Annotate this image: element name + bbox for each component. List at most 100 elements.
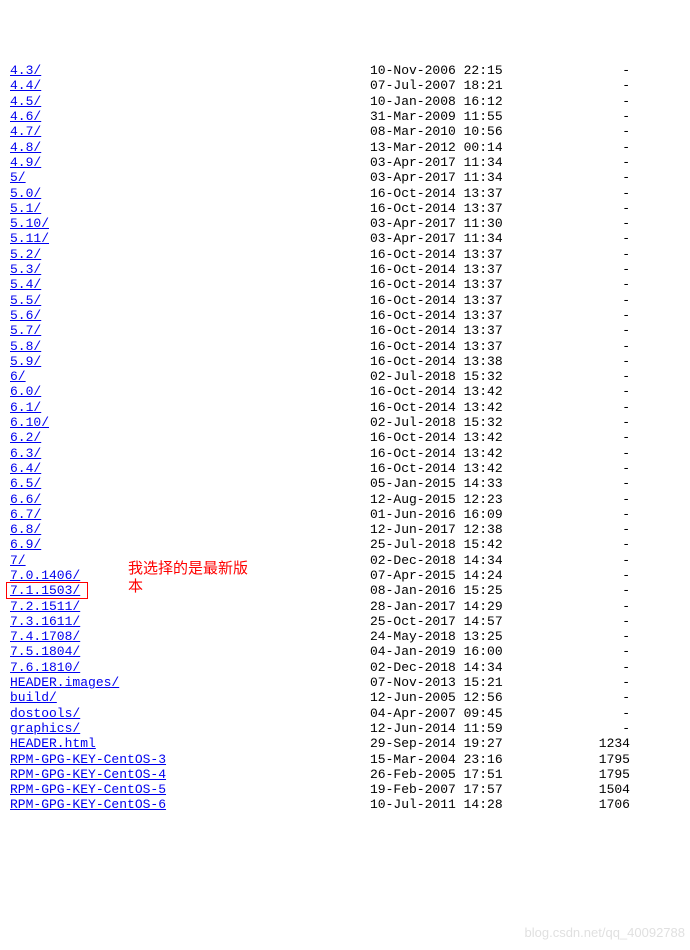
directory-link[interactable]: 4.8/ — [10, 140, 41, 155]
directory-link[interactable]: 7.2.1511/ — [10, 599, 80, 614]
directory-link[interactable]: 4.7/ — [10, 124, 41, 139]
list-item: 7.2.1511/28-Jan-2017 14:29- — [10, 599, 680, 614]
size-cell: - — [500, 308, 630, 323]
directory-link[interactable]: 6.0/ — [10, 384, 41, 399]
directory-link[interactable]: 6.2/ — [10, 430, 41, 445]
list-item: 5.7/16-Oct-2014 13:37- — [10, 323, 680, 338]
directory-link[interactable]: 6.4/ — [10, 461, 41, 476]
directory-link[interactable]: 5.7/ — [10, 323, 41, 338]
directory-link[interactable]: 5.4/ — [10, 277, 41, 292]
directory-link[interactable]: dostools/ — [10, 706, 80, 721]
date-cell: 02-Dec-2018 14:34 — [370, 553, 500, 568]
directory-link[interactable]: 5.3/ — [10, 262, 41, 277]
size-cell: 1504 — [500, 782, 630, 797]
list-item: 7/02-Dec-2018 14:34- — [10, 553, 680, 568]
size-cell: - — [500, 323, 630, 338]
name-cell: 6.2/ — [10, 430, 370, 445]
list-item: 6.8/12-Jun-2017 12:38- — [10, 522, 680, 537]
directory-link[interactable]: 6.3/ — [10, 446, 41, 461]
date-cell: 16-Oct-2014 13:42 — [370, 384, 500, 399]
list-item: 7.3.1611/25-Oct-2017 14:57- — [10, 614, 680, 629]
directory-link[interactable]: 7.5.1804/ — [10, 644, 80, 659]
size-cell: - — [500, 690, 630, 705]
list-item: 6.5/05-Jan-2015 14:33- — [10, 476, 680, 491]
list-item: 6.0/16-Oct-2014 13:42- — [10, 384, 680, 399]
directory-link[interactable]: RPM-GPG-KEY-CentOS-6 — [10, 797, 166, 812]
date-cell: 16-Oct-2014 13:37 — [370, 323, 500, 338]
date-cell: 25-Oct-2017 14:57 — [370, 614, 500, 629]
directory-link[interactable]: 5.11/ — [10, 231, 49, 246]
directory-link[interactable]: 7.0.1406/ — [10, 568, 80, 583]
directory-link[interactable]: 4.6/ — [10, 109, 41, 124]
directory-link[interactable]: 5.2/ — [10, 247, 41, 262]
directory-link[interactable]: 5.0/ — [10, 186, 41, 201]
directory-link[interactable]: 4.3/ — [10, 63, 41, 78]
name-cell: build/ — [10, 690, 370, 705]
date-cell: 02-Dec-2018 14:34 — [370, 660, 500, 675]
list-item: 5.11/03-Apr-2017 11:34- — [10, 231, 680, 246]
directory-link[interactable]: HEADER.html — [10, 736, 96, 751]
list-item: 7.4.1708/24-May-2018 13:25- — [10, 629, 680, 644]
directory-link[interactable]: RPM-GPG-KEY-CentOS-3 — [10, 752, 166, 767]
date-cell: 16-Oct-2014 13:42 — [370, 400, 500, 415]
size-cell: 1795 — [500, 752, 630, 767]
directory-link[interactable]: 7.4.1708/ — [10, 629, 80, 644]
directory-link[interactable]: 5.6/ — [10, 308, 41, 323]
directory-link[interactable]: 6.10/ — [10, 415, 49, 430]
list-item: RPM-GPG-KEY-CentOS-426-Feb-2005 17:51179… — [10, 767, 680, 782]
size-cell: - — [500, 721, 630, 736]
directory-link[interactable]: 6.7/ — [10, 507, 41, 522]
list-item: 4.8/13-Mar-2012 00:14- — [10, 140, 680, 155]
directory-link[interactable]: 7.6.1810/ — [10, 660, 80, 675]
directory-link[interactable]: 5.8/ — [10, 339, 41, 354]
size-cell: - — [500, 507, 630, 522]
directory-link[interactable]: 6/ — [10, 369, 26, 384]
directory-link[interactable]: 4.5/ — [10, 94, 41, 109]
list-item: 5.10/03-Apr-2017 11:30- — [10, 216, 680, 231]
size-cell: 1706 — [500, 797, 630, 812]
directory-link[interactable]: 5/ — [10, 170, 26, 185]
date-cell: 04-Jan-2019 16:00 — [370, 644, 500, 659]
directory-link[interactable]: 5.10/ — [10, 216, 49, 231]
name-cell: 5.4/ — [10, 277, 370, 292]
name-cell: 7.3.1611/ — [10, 614, 370, 629]
directory-link[interactable]: RPM-GPG-KEY-CentOS-5 — [10, 782, 166, 797]
date-cell: 02-Jul-2018 15:32 — [370, 369, 500, 384]
directory-link[interactable]: 6.9/ — [10, 537, 41, 552]
list-item: 5.0/16-Oct-2014 13:37- — [10, 186, 680, 201]
directory-link[interactable]: 7.3.1611/ — [10, 614, 80, 629]
date-cell: 01-Jun-2016 16:09 — [370, 507, 500, 522]
directory-link[interactable]: 7.1.1503/ — [10, 583, 80, 598]
directory-link[interactable]: 6.1/ — [10, 400, 41, 415]
name-cell: 5.8/ — [10, 339, 370, 354]
size-cell: - — [500, 599, 630, 614]
name-cell: 6.3/ — [10, 446, 370, 461]
directory-link[interactable]: 5.9/ — [10, 354, 41, 369]
list-item: 5.6/16-Oct-2014 13:37- — [10, 308, 680, 323]
size-cell: - — [500, 522, 630, 537]
directory-link[interactable]: 6.5/ — [10, 476, 41, 491]
directory-link[interactable]: 7/ — [10, 553, 26, 568]
directory-link[interactable]: 5.5/ — [10, 293, 41, 308]
directory-link[interactable]: RPM-GPG-KEY-CentOS-4 — [10, 767, 166, 782]
directory-link[interactable]: graphics/ — [10, 721, 80, 736]
directory-link[interactable]: build/ — [10, 690, 57, 705]
directory-link[interactable]: 6.8/ — [10, 522, 41, 537]
list-item: RPM-GPG-KEY-CentOS-519-Feb-2007 17:57150… — [10, 782, 680, 797]
directory-link[interactable]: 4.9/ — [10, 155, 41, 170]
directory-listing: 4.3/10-Nov-2006 22:15-4.4/07-Jul-2007 18… — [10, 61, 680, 813]
date-cell: 02-Jul-2018 15:32 — [370, 415, 500, 430]
list-item: 5/03-Apr-2017 11:34- — [10, 170, 680, 185]
directory-link[interactable]: 5.1/ — [10, 201, 41, 216]
directory-link[interactable]: 4.4/ — [10, 78, 41, 93]
date-cell: 16-Oct-2014 13:37 — [370, 186, 500, 201]
directory-link[interactable]: 6.6/ — [10, 492, 41, 507]
directory-link[interactable]: HEADER.images/ — [10, 675, 119, 690]
size-cell: - — [500, 140, 630, 155]
date-cell: 16-Oct-2014 13:37 — [370, 293, 500, 308]
name-cell: 4.3/ — [10, 63, 370, 78]
size-cell: - — [500, 170, 630, 185]
date-cell: 29-Sep-2014 19:27 — [370, 736, 500, 751]
name-cell: 7.4.1708/ — [10, 629, 370, 644]
name-cell: 4.6/ — [10, 109, 370, 124]
